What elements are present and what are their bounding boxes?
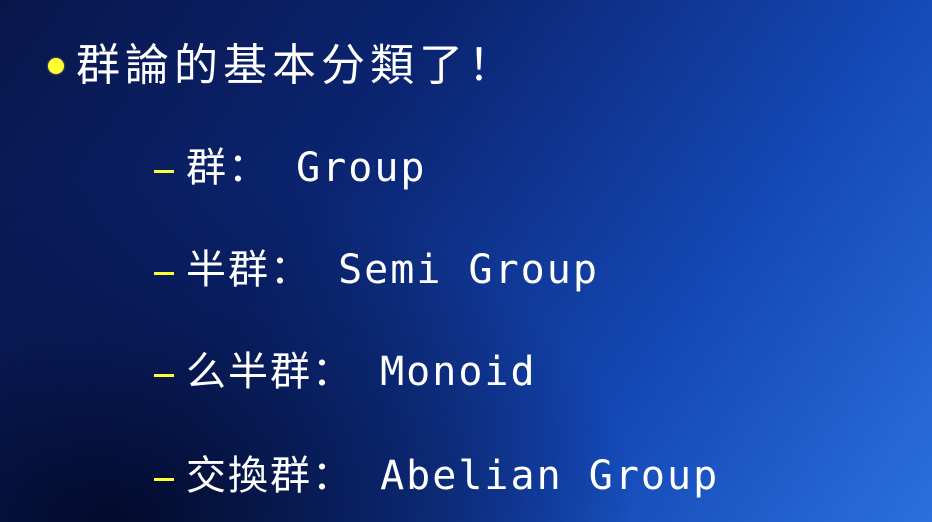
dash-bullet-icon bbox=[154, 169, 174, 173]
bullet-dot-icon bbox=[48, 58, 64, 74]
dash-bullet-icon bbox=[154, 271, 174, 275]
dash-bullet-icon bbox=[154, 373, 174, 377]
sub-bullet-text: 么半群： Monoid bbox=[186, 349, 537, 395]
sub-bullet-item-group: 群： Group bbox=[154, 148, 427, 188]
sub-bullet-text: 交換群： Abelian Group bbox=[186, 453, 720, 499]
sub-bullet-text: 半群： Semi Group bbox=[186, 247, 599, 293]
sub-bullet-item-abelian-group: 交換群： Abelian Group bbox=[154, 456, 719, 496]
sub-bullet-item-semi-group: 半群： Semi Group bbox=[154, 250, 599, 290]
sub-bullet-text: 群： Group bbox=[186, 145, 427, 191]
title-bullet-row: 群論的基本分類了！ bbox=[48, 34, 517, 98]
dash-bullet-icon bbox=[154, 477, 174, 481]
slide-title: 群論的基本分類了！ bbox=[76, 40, 517, 91]
slide: 群論的基本分類了！ 群： Group 半群： Semi Group 么半群： M… bbox=[0, 0, 932, 522]
sub-bullet-item-monoid: 么半群： Monoid bbox=[154, 352, 537, 392]
